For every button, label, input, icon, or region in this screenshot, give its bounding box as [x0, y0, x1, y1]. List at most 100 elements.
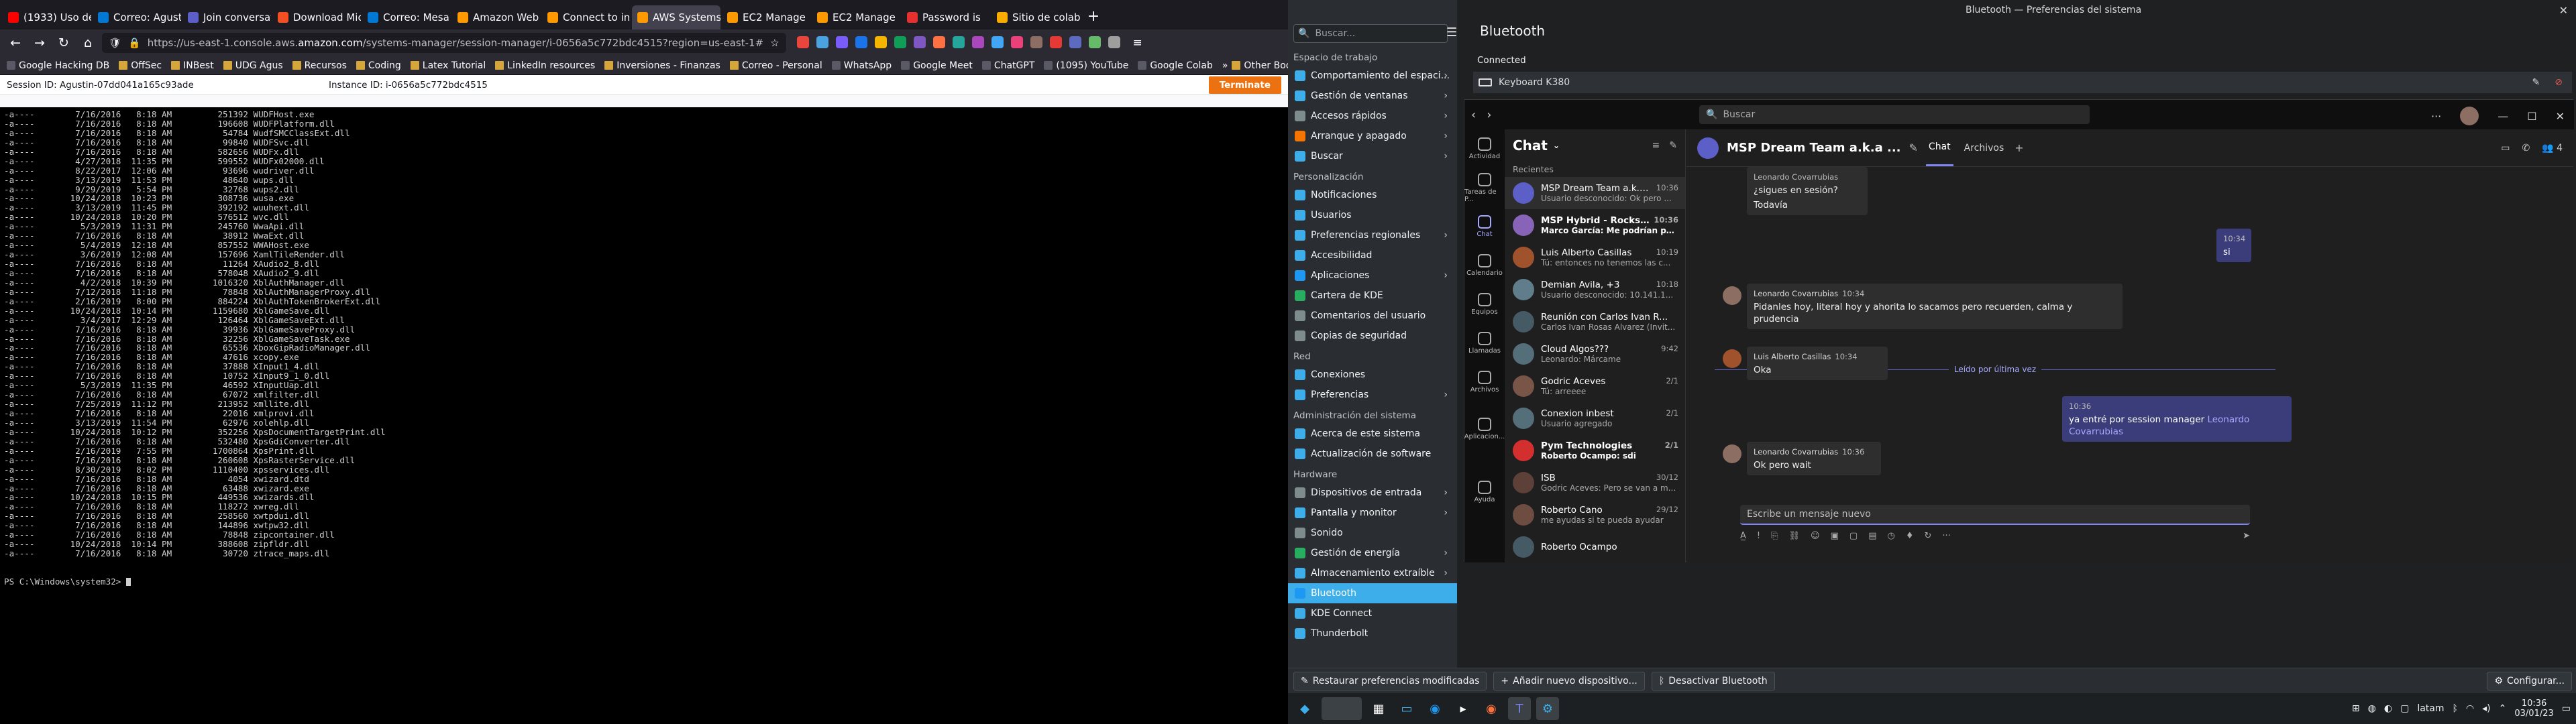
rail-item[interactable]: Llamadas	[1464, 324, 1505, 363]
unlink-icon[interactable]: ⊘	[2555, 77, 2563, 88]
chat-list-item[interactable]: Demian Avila, +3 10:18 Usuario desconocido…	[1505, 274, 1685, 306]
sidebar-item[interactable]: Conexiones	[1288, 365, 1457, 385]
browser-tab[interactable]: Amazon Web	[452, 5, 541, 29]
bluetooth-icon[interactable]: ᛒ	[2453, 703, 2458, 714]
message-bubble[interactable]: Leonardo Covarrubias 10:34 Pidanles hoy, …	[1747, 284, 2123, 329]
clipboard-icon[interactable]: ▢	[2400, 703, 2409, 714]
chat-list-item[interactable]: MSP Hybrid - Rockstars 10:36 Marco García:…	[1505, 209, 1685, 241]
link-icon[interactable]: ⛓	[1789, 531, 1801, 541]
bookmark-star-icon[interactable]: ☆	[770, 37, 779, 49]
sticker-icon[interactable]: ▢	[1849, 531, 1858, 541]
chevron-down-icon[interactable]: ⌄	[1553, 141, 1560, 150]
extension-icon[interactable]	[932, 36, 945, 48]
message-bubble[interactable]: Luis Alberto Casillas 10:34 Oka	[1747, 347, 1888, 380]
browser-tab[interactable]: Password is	[902, 5, 990, 29]
browser-tab[interactable]: Sitio de colab	[991, 5, 1080, 29]
avatar[interactable]	[2460, 107, 2479, 125]
sidebar-item[interactable]: Buscar ›	[1288, 146, 1457, 166]
add-device-button[interactable]: + Añadir nuevo dispositivo...	[1493, 671, 1645, 690]
new-tab-button[interactable]: +	[1081, 5, 1106, 29]
system-settings-icon[interactable]: ⚙	[1536, 697, 1559, 720]
tab-files[interactable]: Archivos	[1962, 131, 2007, 166]
sidebar-item[interactable]: Dispositivos de entrada ›	[1288, 483, 1457, 503]
browser-tab[interactable]: Connect to ins	[542, 5, 631, 29]
extension-icon[interactable]	[1049, 36, 1062, 48]
sidebar-item[interactable]: Copias de seguridad	[1288, 326, 1457, 346]
sidebar-item[interactable]: Comentarios del usuario	[1288, 306, 1457, 326]
shield-icon[interactable]: 🛡	[109, 37, 121, 49]
bookmark-folder[interactable]: Inversiones - Finanzas	[604, 60, 720, 71]
sidebar-item[interactable]: Actualización de software	[1288, 444, 1457, 464]
extension-icon[interactable]	[913, 36, 926, 48]
browser-tab[interactable]: (1933) Uso de IA	[3, 5, 91, 29]
sidebar-item[interactable]: Accesos rápidos ›	[1288, 106, 1457, 126]
extension-icon[interactable]	[971, 36, 984, 48]
sidebar-item[interactable]: Notificaciones	[1288, 185, 1457, 205]
pencil-icon[interactable]: ✎	[2532, 77, 2540, 88]
rail-item[interactable]: Aplicacion...	[1464, 410, 1505, 448]
terminal-icon[interactable]: ▸	[1452, 697, 1474, 720]
message-composer-input[interactable]: Escribe un mensaje nuevo	[1740, 505, 2250, 525]
minimize-icon[interactable]: —	[2498, 110, 2508, 123]
audio-call-icon[interactable]: ✆	[2522, 143, 2530, 154]
chat-list-item[interactable]: MSP Dream Team a.k.a... 10:36 Usuario desc…	[1505, 177, 1685, 209]
sidebar-item[interactable]: Thunderbolt	[1288, 623, 1457, 644]
extension-icon[interactable]	[1108, 36, 1120, 48]
back-arrow-icon[interactable]: ‹	[1471, 108, 1476, 122]
avatar[interactable]	[1723, 444, 1741, 463]
maximize-icon[interactable]: ☐	[2527, 110, 2536, 123]
browser-tab[interactable]: Correo: Agustín	[93, 5, 181, 29]
reset-preferences-button[interactable]: ✎ Restaurar preferencias modificadas	[1293, 671, 1487, 690]
browser-tab[interactable]: Download Mic	[272, 5, 361, 29]
rail-item[interactable]: Tareas de P...	[1464, 168, 1505, 207]
extension-icon[interactable]	[796, 36, 809, 48]
bookmark-folder[interactable]: LinkedIn resources	[495, 60, 595, 71]
teams-tray-icon[interactable]: ◐	[2384, 703, 2392, 714]
terminal-output[interactable]: -a---- 7/16/2016 8:18 AM 251392 WUDFHost…	[0, 107, 1288, 724]
sidebar-item[interactable]: Comportamiento del espaci... ›	[1288, 66, 1457, 86]
extension-icon[interactable]	[874, 36, 887, 48]
bookmark-folder[interactable]: UDG Agus	[223, 60, 283, 71]
bookmark-item[interactable]: Google Meet	[901, 60, 973, 71]
loop-icon[interactable]: ↻	[1925, 531, 1932, 541]
chat-list-item[interactable]: Pym Technologies 2/1 Roberto Ocampo: sdi	[1505, 434, 1685, 467]
browser-tab[interactable]: Correo: Mesa	[362, 5, 451, 29]
add-tab-icon[interactable]: +	[2015, 141, 2023, 154]
pencil-icon[interactable]: ✎	[1909, 141, 1918, 154]
keyboard-layout[interactable]: latam	[2417, 703, 2444, 714]
home-icon[interactable]: ⌂	[78, 36, 98, 50]
teams-search-input[interactable]: 🔍 Buscar	[1699, 105, 2090, 124]
important-icon[interactable]: !	[1757, 531, 1760, 541]
sidebar-item[interactable]: Preferencias ›	[1288, 385, 1457, 405]
gif-icon[interactable]: ▣	[1831, 531, 1839, 541]
message-bubble-own[interactable]: 10:34 si	[2216, 229, 2251, 262]
sidebar-item[interactable]: Pantalla y monitor ›	[1288, 503, 1457, 523]
bookmark-item[interactable]: Google Hacking DB	[7, 60, 109, 71]
sidebar-item[interactable]: Acerca de este sistema	[1288, 424, 1457, 444]
sidebar-item[interactable]: Accesibilidad	[1288, 245, 1457, 265]
reload-icon[interactable]: ↻	[54, 36, 74, 50]
forward-arrow-icon[interactable]: ›	[1487, 108, 1491, 122]
emoji-icon[interactable]: ☺	[1811, 531, 1820, 541]
chevron-up-icon[interactable]: ⌃	[2499, 703, 2507, 714]
bookmark-item[interactable]: ChatGPT	[981, 60, 1034, 71]
participants-icon[interactable]: 👥 4	[2542, 143, 2563, 154]
chat-list-item[interactable]: Reunión con Carlos Ivan R... Carlos Ivan …	[1505, 306, 1685, 338]
send-icon[interactable]: ➤	[2243, 531, 2250, 541]
extension-icon[interactable]	[835, 36, 848, 48]
extension-icon[interactable]	[1030, 36, 1042, 48]
tab-chat[interactable]: Chat	[1925, 129, 1953, 166]
sidebar-item[interactable]: Gestión de ventanas ›	[1288, 86, 1457, 106]
extension-icon[interactable]	[894, 36, 906, 48]
sidebar-item[interactable]: Aplicaciones ›	[1288, 265, 1457, 286]
avatar[interactable]	[1723, 349, 1741, 368]
tray-icon[interactable]: ⊞	[2352, 703, 2360, 714]
hamburger-menu-icon[interactable]: ☰	[1446, 25, 1457, 40]
sidebar-item[interactable]: Preferencias regionales ›	[1288, 225, 1457, 245]
chat-list-item[interactable]: Godric Aceves 2/1 Tú: arreeee	[1505, 370, 1685, 402]
browser-tab[interactable]: EC2 Manage	[722, 5, 810, 29]
terminate-button[interactable]: Terminate	[1208, 76, 1281, 94]
chat-list-item[interactable]: Roberto Cano 29/12 me ayudas si te pueda a…	[1505, 499, 1685, 531]
praise-icon[interactable]: ♦	[1906, 531, 1914, 541]
attach-icon[interactable]: ⎘	[1771, 531, 1778, 541]
